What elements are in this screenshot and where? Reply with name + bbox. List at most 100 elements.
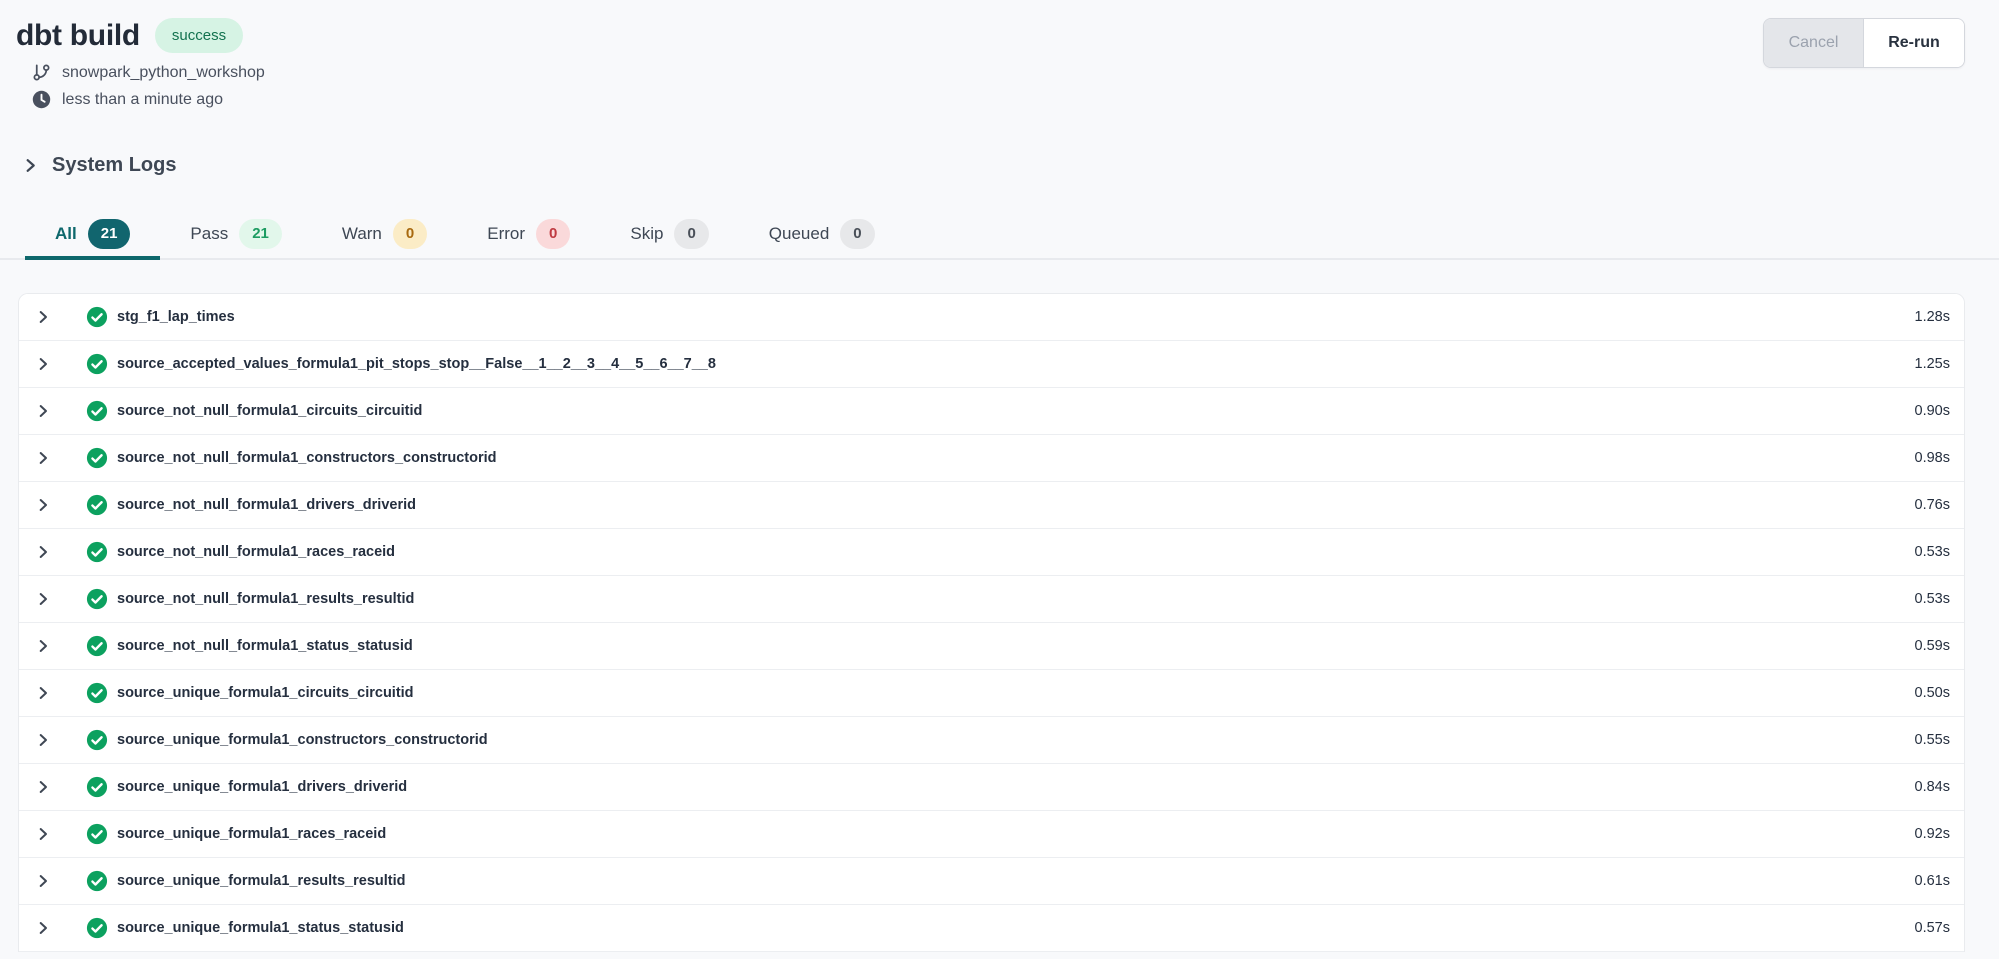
table-row[interactable]: source_unique_formula1_status_statusid 0…	[19, 905, 1964, 952]
node-name: source_not_null_formula1_races_raceid	[117, 544, 1895, 560]
time-row: less than a minute ago	[32, 86, 265, 113]
expand-chevron-icon[interactable]	[34, 308, 52, 326]
node-duration: 1.28s	[1895, 309, 1950, 325]
expand-chevron-icon[interactable]	[34, 590, 52, 608]
node-name: source_not_null_formula1_circuits_circui…	[117, 403, 1895, 419]
git-branch-icon	[32, 63, 51, 82]
run-actions: Cancel Re-run	[1763, 18, 1965, 68]
tab-count-badge: 0	[393, 219, 427, 249]
success-check-icon	[86, 400, 108, 422]
expand-chevron-icon[interactable]	[34, 778, 52, 796]
node-name: source_unique_formula1_status_statusid	[117, 920, 1895, 936]
expand-chevron-icon[interactable]	[34, 543, 52, 561]
expand-chevron-icon[interactable]	[34, 402, 52, 420]
node-name: source_not_null_formula1_status_statusid	[117, 638, 1895, 654]
tab-error[interactable]: Error 0	[457, 211, 600, 260]
node-duration: 0.53s	[1895, 544, 1950, 560]
tab-count-badge: 21	[239, 219, 282, 249]
node-name: source_not_null_formula1_drivers_driveri…	[117, 497, 1895, 513]
success-check-icon	[86, 776, 108, 798]
success-check-icon	[86, 635, 108, 657]
status-badge: success	[155, 18, 243, 53]
node-name: source_not_null_formula1_constructors_co…	[117, 450, 1895, 466]
table-row[interactable]: source_not_null_formula1_circuits_circui…	[19, 388, 1964, 435]
success-check-icon	[86, 917, 108, 939]
success-check-icon	[86, 494, 108, 516]
tab-count-badge: 21	[88, 219, 131, 249]
node-duration: 0.98s	[1895, 450, 1950, 466]
table-row[interactable]: source_unique_formula1_drivers_driverid …	[19, 764, 1964, 811]
tab-label: Skip	[630, 224, 663, 244]
node-duration: 0.61s	[1895, 873, 1950, 889]
node-name: source_unique_formula1_races_raceid	[117, 826, 1895, 842]
rerun-button[interactable]: Re-run	[1864, 19, 1964, 67]
expand-chevron-icon[interactable]	[34, 684, 52, 702]
table-row[interactable]: source_unique_formula1_circuits_circuiti…	[19, 670, 1964, 717]
table-row[interactable]: source_not_null_formula1_drivers_driveri…	[19, 482, 1964, 529]
tab-label: Pass	[190, 224, 228, 244]
node-name: source_unique_formula1_constructors_cons…	[117, 732, 1895, 748]
success-check-icon	[86, 353, 108, 375]
node-duration: 0.59s	[1895, 638, 1950, 654]
success-check-icon	[86, 541, 108, 563]
status-tabs: All 21 Pass 21 Warn 0 Error 0 Skip 0 Que…	[0, 211, 1999, 260]
node-duration: 0.50s	[1895, 685, 1950, 701]
tab-warn[interactable]: Warn 0	[312, 211, 457, 260]
table-row[interactable]: source_not_null_formula1_status_statusid…	[19, 623, 1964, 670]
tab-label: Error	[487, 224, 525, 244]
tab-skip[interactable]: Skip 0	[600, 211, 738, 260]
node-name: source_unique_formula1_results_resultid	[117, 873, 1895, 889]
clock-icon	[32, 90, 51, 109]
tab-count-badge: 0	[674, 219, 708, 249]
expand-chevron-icon[interactable]	[34, 872, 52, 890]
success-check-icon	[86, 447, 108, 469]
node-duration: 0.90s	[1895, 403, 1950, 419]
branch-name: snowpark_python_workshop	[62, 64, 265, 82]
page-title: dbt build	[16, 19, 140, 53]
tab-queued[interactable]: Queued 0	[739, 211, 905, 260]
table-row[interactable]: source_unique_formula1_results_resultid …	[19, 858, 1964, 905]
tab-all[interactable]: All 21	[25, 211, 160, 260]
node-duration: 0.53s	[1895, 591, 1950, 607]
system-logs-toggle[interactable]: System Logs	[22, 154, 176, 177]
node-duration: 0.76s	[1895, 497, 1950, 513]
node-duration: 0.84s	[1895, 779, 1950, 795]
cancel-button[interactable]: Cancel	[1764, 19, 1864, 67]
branch-row: snowpark_python_workshop	[32, 59, 265, 86]
table-row[interactable]: source_not_null_formula1_results_resulti…	[19, 576, 1964, 623]
expand-chevron-icon[interactable]	[34, 496, 52, 514]
chevron-right-icon	[22, 157, 39, 174]
run-time: less than a minute ago	[62, 91, 223, 109]
expand-chevron-icon[interactable]	[34, 637, 52, 655]
success-check-icon	[86, 729, 108, 751]
table-row[interactable]: stg_f1_lap_times 1.28s	[19, 294, 1964, 341]
table-row[interactable]: source_not_null_formula1_constructors_co…	[19, 435, 1964, 482]
tab-label: Queued	[769, 224, 830, 244]
expand-chevron-icon[interactable]	[34, 731, 52, 749]
success-check-icon	[86, 870, 108, 892]
table-row[interactable]: source_accepted_values_formula1_pit_stop…	[19, 341, 1964, 388]
run-header: dbt build success snowpark_python_worksh…	[0, 0, 1999, 113]
tab-label: All	[55, 224, 77, 244]
tab-count-badge: 0	[536, 219, 570, 249]
node-name: source_accepted_values_formula1_pit_stop…	[117, 356, 1895, 372]
results-list: stg_f1_lap_times 1.28s source_accepted_v…	[18, 293, 1965, 952]
tab-pass[interactable]: Pass 21	[160, 211, 311, 260]
node-name: source_not_null_formula1_results_resulti…	[117, 591, 1895, 607]
tab-count-badge: 0	[840, 219, 874, 249]
table-row[interactable]: source_unique_formula1_races_raceid 0.92…	[19, 811, 1964, 858]
node-duration: 1.25s	[1895, 356, 1950, 372]
node-name: source_unique_formula1_drivers_driverid	[117, 779, 1895, 795]
table-row[interactable]: source_unique_formula1_constructors_cons…	[19, 717, 1964, 764]
success-check-icon	[86, 682, 108, 704]
expand-chevron-icon[interactable]	[34, 919, 52, 937]
expand-chevron-icon[interactable]	[34, 825, 52, 843]
system-logs-label: System Logs	[52, 154, 176, 177]
expand-chevron-icon[interactable]	[34, 355, 52, 373]
node-duration: 0.57s	[1895, 920, 1950, 936]
expand-chevron-icon[interactable]	[34, 449, 52, 467]
tab-label: Warn	[342, 224, 382, 244]
table-row[interactable]: source_not_null_formula1_races_raceid 0.…	[19, 529, 1964, 576]
success-check-icon	[86, 588, 108, 610]
success-check-icon	[86, 306, 108, 328]
